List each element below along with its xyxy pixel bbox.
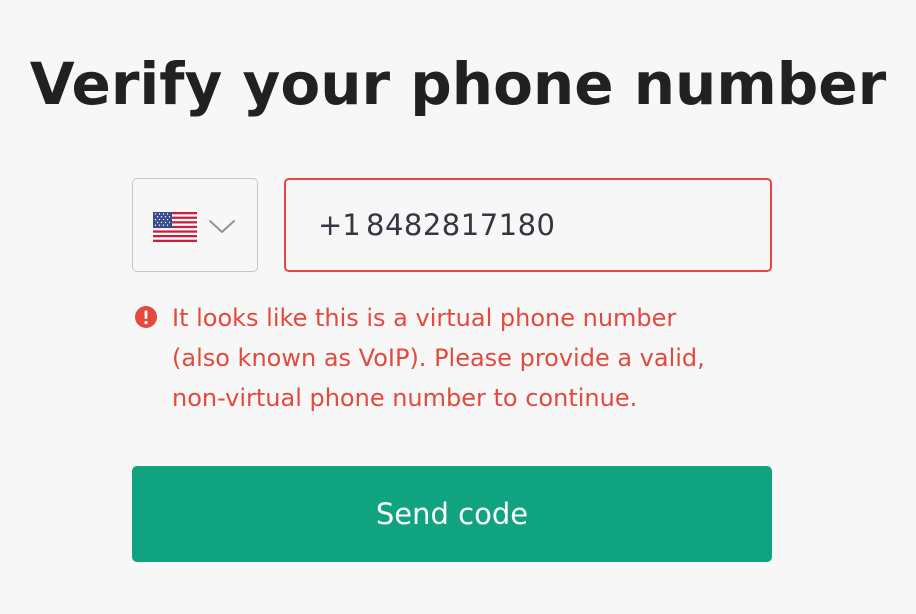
page-title: Verify your phone number [29,50,887,118]
error-message-line: It looks like this is a virtual phone nu… [172,304,677,332]
error-message-line: (also known as VoIP). Please provide a v… [172,344,705,372]
us-flag-icon [153,212,197,242]
phone-number-field[interactable]: +1 8482817180 [284,178,772,272]
exclamation-circle-icon [135,306,157,328]
send-code-button[interactable]: Send code [132,466,772,562]
error-message-line: non-virtual phone number to continue. [172,384,638,412]
phone-number-input[interactable]: 8482817180 [366,180,556,270]
error-message: It looks like this is a virtual phone nu… [172,298,792,418]
country-code-select[interactable] [132,178,258,272]
chevron-down-icon [209,220,235,233]
dial-code: +1 [318,208,361,242]
